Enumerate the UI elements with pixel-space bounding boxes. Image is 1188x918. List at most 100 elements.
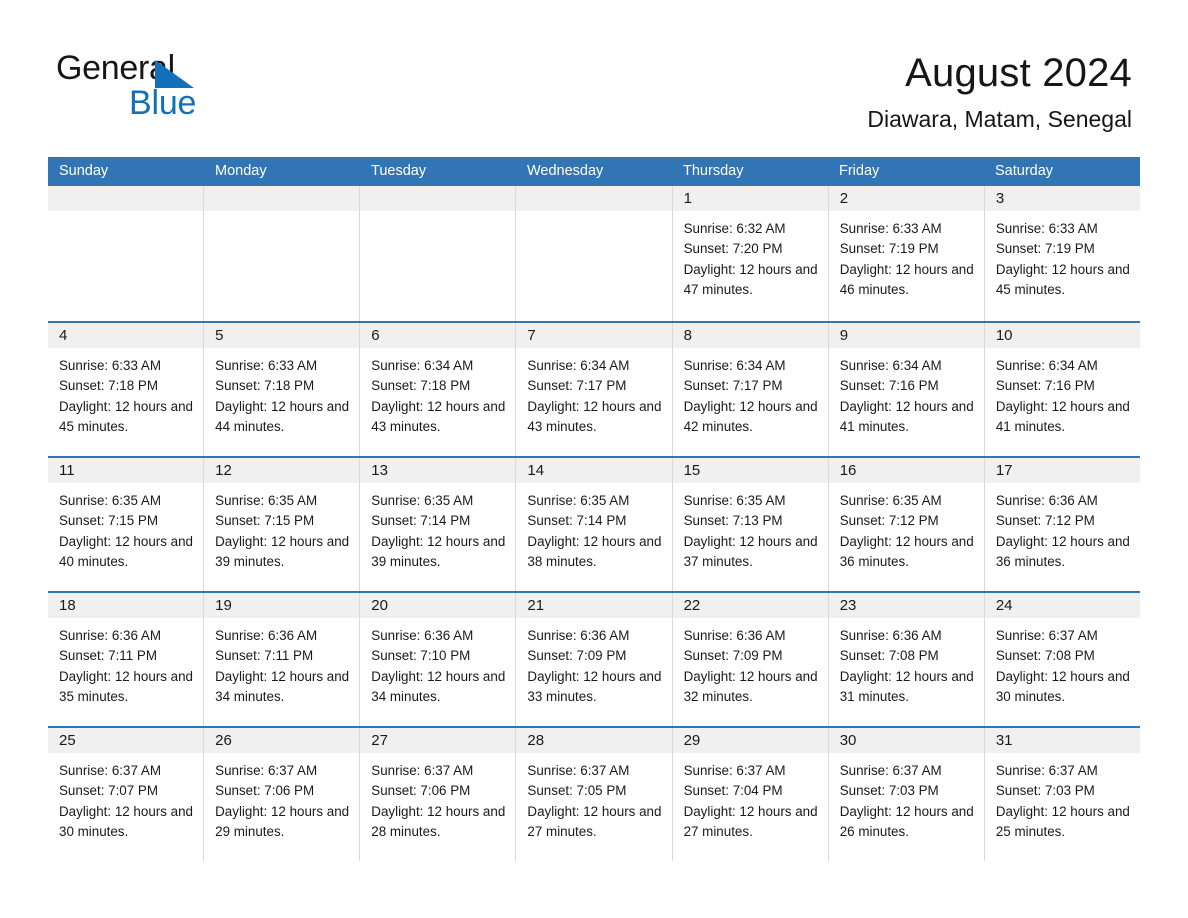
sunset-text: Sunset: 7:08 PM [995, 648, 1095, 664]
day-cell-15[interactable]: 15 Sunrise: 6:35 AM Sunset: 7:13 PM Dayligh… [671, 458, 828, 591]
day-cell-18[interactable]: 18 Sunrise: 6:36 AM Sunset: 7:11 PM Dayligh… [48, 593, 204, 726]
sunset-text: Sunset: 7:14 PM [371, 513, 471, 529]
sunrise-text: Sunrise: 6:37 AM [839, 763, 942, 778]
day-sun-info: Sunrise: 6:36 AM Sunset: 7:11 PM Daylight:… [204, 618, 359, 707]
page-header: General Blue August 2024 Diawara, Matam,… [0, 0, 1188, 155]
day-cell-14[interactable]: 14 Sunrise: 6:35 AM Sunset: 7:14 PM Dayligh… [515, 458, 672, 591]
daylight-text: Daylight: 12 hours and 39 minutes. [215, 533, 350, 569]
day-cell-19[interactable]: 19 Sunrise: 6:36 AM Sunset: 7:11 PM Dayligh… [203, 593, 360, 726]
weekday-header-wednesday: Wednesday [527, 163, 604, 179]
day-cell-16[interactable]: 16 Sunrise: 6:35 AM Sunset: 7:12 PM Dayligh… [827, 458, 984, 591]
day-cell-12[interactable]: 12 Sunrise: 6:35 AM Sunset: 7:15 PM Dayligh… [203, 458, 360, 591]
day-number: 15 [672, 458, 828, 483]
day-cell-25[interactable]: 25 Sunrise: 6:37 AM Sunset: 7:07 PM Dayligh… [48, 728, 204, 861]
day-cell-28[interactable]: 28 Sunrise: 6:37 AM Sunset: 7:05 PM Dayligh… [515, 728, 672, 861]
weekday-header-thursday: Thursday [683, 163, 744, 179]
day-cell-8[interactable]: 8 Sunrise: 6:34 AM Sunset: 7:17 PM Daylight… [671, 323, 828, 456]
day-number: 8 [672, 323, 828, 348]
sunset-text: Sunset: 7:09 PM [527, 648, 627, 664]
day-cell-1[interactable]: 1 Sunrise: 6:32 AM Sunset: 7:20 PM Daylight… [671, 186, 828, 321]
day-cell-29[interactable]: 29 Sunrise: 6:37 AM Sunset: 7:04 PM Dayligh… [671, 728, 828, 861]
day-number: 7 [516, 323, 672, 348]
day-number: 26 [204, 728, 360, 753]
day-number: 18 [48, 593, 204, 618]
daylight-text: Daylight: 12 hours and 43 minutes. [371, 398, 506, 434]
sunset-text: Sunset: 7:06 PM [215, 783, 315, 799]
day-sun-info: Sunrise: 6:34 AM Sunset: 7:17 PM Daylight:… [673, 348, 828, 437]
day-cell-27[interactable]: 27 Sunrise: 6:37 AM Sunset: 7:06 PM Dayligh… [359, 728, 516, 861]
day-number: 20 [360, 593, 516, 618]
sunrise-text: Sunrise: 6:35 AM [683, 493, 786, 508]
day-sun-info: Sunrise: 6:36 AM Sunset: 7:10 PM Daylight:… [360, 618, 515, 707]
day-cell-30[interactable]: 30 Sunrise: 6:37 AM Sunset: 7:03 PM Dayligh… [827, 728, 984, 861]
sunset-text: Sunset: 7:18 PM [59, 378, 158, 394]
daylight-text: Daylight: 12 hours and 28 minutes. [371, 803, 506, 839]
day-sun-info: Sunrise: 6:34 AM Sunset: 7:18 PM Daylight:… [360, 348, 515, 437]
sunset-text: Sunset: 7:12 PM [995, 513, 1095, 529]
daylight-text: Daylight: 12 hours and 33 minutes. [527, 668, 662, 704]
day-cell-3[interactable]: 3 Sunrise: 6:33 AM Sunset: 7:19 PM Daylight… [983, 186, 1140, 321]
sunset-text: Sunset: 7:04 PM [683, 783, 783, 799]
day-cell-31[interactable]: 31 Sunrise: 6:37 AM Sunset: 7:03 PM Dayligh… [983, 728, 1140, 861]
day-cell-26[interactable]: 26 Sunrise: 6:37 AM Sunset: 7:06 PM Dayligh… [203, 728, 360, 861]
sunset-text: Sunset: 7:18 PM [371, 378, 471, 394]
day-number: 24 [984, 593, 1140, 618]
sunrise-text: Sunrise: 6:34 AM [371, 358, 474, 373]
weekday-header-monday: Monday [215, 163, 267, 179]
day-cell-13[interactable]: 13 Sunrise: 6:35 AM Sunset: 7:14 PM Dayligh… [359, 458, 516, 591]
day-number: 16 [828, 458, 984, 483]
day-number: 22 [672, 593, 828, 618]
day-number [360, 186, 516, 211]
day-cell-20[interactable]: 20 Sunrise: 6:36 AM Sunset: 7:10 PM Dayligh… [359, 593, 516, 726]
daylight-text: Daylight: 12 hours and 45 minutes. [59, 398, 193, 434]
day-cell-22[interactable]: 22 Sunrise: 6:36 AM Sunset: 7:09 PM Dayligh… [671, 593, 828, 726]
sunrise-text: Sunrise: 6:35 AM [839, 493, 942, 508]
daylight-text: Daylight: 12 hours and 30 minutes. [995, 668, 1130, 704]
sunrise-text: Sunrise: 6:35 AM [527, 493, 630, 508]
sunrise-text: Sunrise: 6:37 AM [995, 628, 1098, 643]
sunset-text: Sunset: 7:18 PM [215, 378, 315, 394]
day-sun-info: Sunrise: 6:34 AM Sunset: 7:16 PM Daylight:… [829, 348, 984, 437]
calendar-weeks: 1 Sunrise: 6:32 AM Sunset: 7:20 PM Daylight… [48, 186, 1140, 861]
sunset-text: Sunset: 7:13 PM [683, 513, 783, 529]
daylight-text: Daylight: 12 hours and 43 minutes. [527, 398, 662, 434]
day-number: 29 [672, 728, 828, 753]
day-sun-info: Sunrise: 6:35 AM Sunset: 7:13 PM Daylight:… [673, 483, 828, 572]
sunrise-text: Sunrise: 6:33 AM [839, 221, 942, 236]
sunset-text: Sunset: 7:17 PM [683, 378, 783, 394]
daylight-text: Daylight: 12 hours and 35 minutes. [59, 668, 193, 704]
sunrise-text: Sunrise: 6:33 AM [215, 358, 318, 373]
sunrise-text: Sunrise: 6:36 AM [839, 628, 942, 643]
day-cell-24[interactable]: 24 Sunrise: 6:37 AM Sunset: 7:08 PM Dayligh… [983, 593, 1140, 726]
day-sun-info: Sunrise: 6:32 AM Sunset: 7:20 PM Daylight:… [673, 211, 828, 300]
daylight-text: Daylight: 12 hours and 45 minutes. [995, 261, 1130, 297]
day-cell-6[interactable]: 6 Sunrise: 6:34 AM Sunset: 7:18 PM Daylight… [359, 323, 516, 456]
sunset-text: Sunset: 7:08 PM [839, 648, 939, 664]
day-number: 10 [984, 323, 1140, 348]
generalblue-logo[interactable]: General Blue [56, 48, 436, 128]
day-cell-2[interactable]: 2 Sunrise: 6:33 AM Sunset: 7:19 PM Daylight… [827, 186, 984, 321]
sunset-text: Sunset: 7:11 PM [215, 648, 314, 664]
day-number: 27 [360, 728, 516, 753]
day-cell-4[interactable]: 4 Sunrise: 6:33 AM Sunset: 7:18 PM Daylight… [48, 323, 204, 456]
day-cell-21[interactable]: 21 Sunrise: 6:36 AM Sunset: 7:09 PM Dayligh… [515, 593, 672, 726]
weekday-header-friday: Friday [839, 163, 880, 179]
daylight-text: Daylight: 12 hours and 25 minutes. [995, 803, 1130, 839]
sunset-text: Sunset: 7:03 PM [995, 783, 1095, 799]
day-cell-7[interactable]: 7 Sunrise: 6:34 AM Sunset: 7:17 PM Daylight… [515, 323, 672, 456]
sunrise-text: Sunrise: 6:35 AM [371, 493, 474, 508]
sunrise-text: Sunrise: 6:36 AM [371, 628, 474, 643]
day-sun-info: Sunrise: 6:35 AM Sunset: 7:14 PM Daylight:… [360, 483, 515, 572]
day-sun-info: Sunrise: 6:36 AM Sunset: 7:12 PM Daylight:… [985, 483, 1140, 572]
day-cell-11[interactable]: 11 Sunrise: 6:35 AM Sunset: 7:15 PM Dayligh… [48, 458, 204, 591]
day-cell-5[interactable]: 5 Sunrise: 6:33 AM Sunset: 7:18 PM Daylight… [203, 323, 360, 456]
day-sun-info: Sunrise: 6:37 AM Sunset: 7:03 PM Daylight:… [985, 753, 1140, 842]
sunrise-text: Sunrise: 6:34 AM [683, 358, 786, 373]
daylight-text: Daylight: 12 hours and 37 minutes. [683, 533, 818, 569]
day-cell-17[interactable]: 17 Sunrise: 6:36 AM Sunset: 7:12 PM Dayligh… [983, 458, 1140, 591]
day-number [204, 186, 360, 211]
day-cell-10[interactable]: 10 Sunrise: 6:34 AM Sunset: 7:16 PM Dayligh… [983, 323, 1140, 456]
sunrise-text: Sunrise: 6:36 AM [215, 628, 318, 643]
day-cell-23[interactable]: 23 Sunrise: 6:36 AM Sunset: 7:08 PM Dayligh… [827, 593, 984, 726]
day-cell-9[interactable]: 9 Sunrise: 6:34 AM Sunset: 7:16 PM Daylight… [827, 323, 984, 456]
